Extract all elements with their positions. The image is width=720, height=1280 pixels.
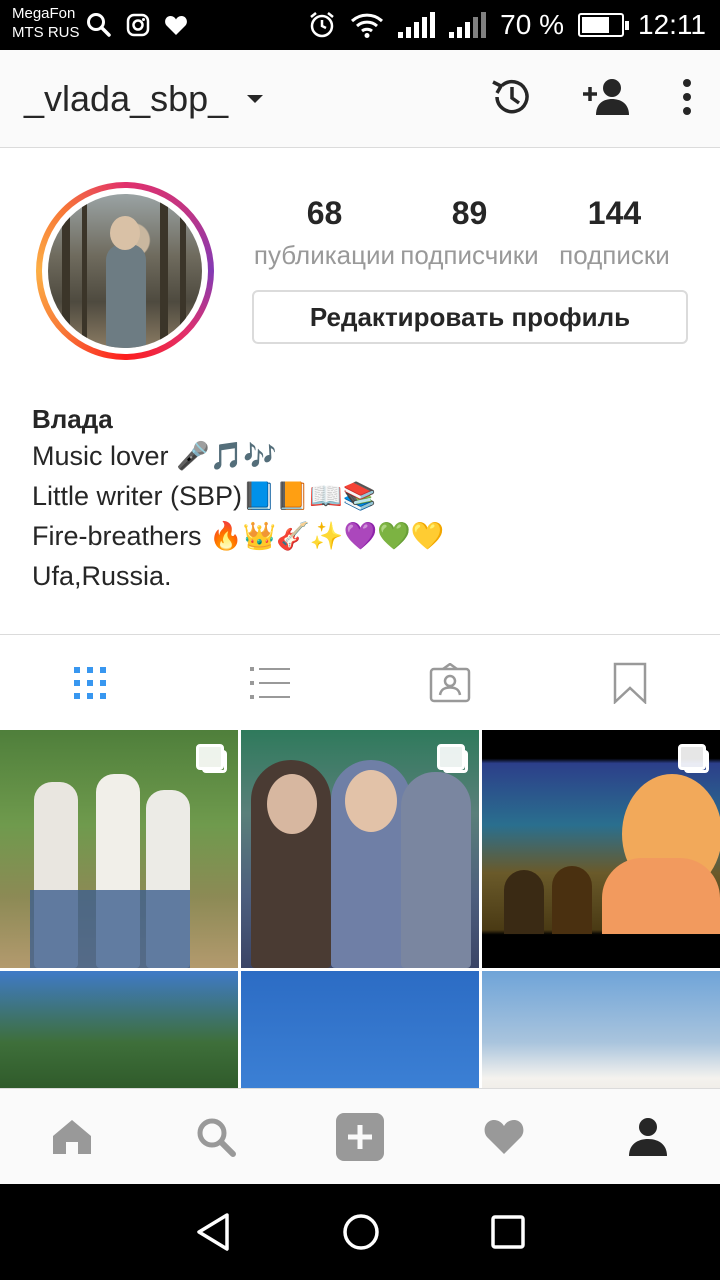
post-photo-person [602,858,720,934]
recents-icon[interactable] [490,1215,525,1249]
post-photo-person [504,870,544,934]
stat-label: подписчики [400,240,539,270]
nav-profile[interactable] [576,1089,720,1185]
post-thumbnail[interactable] [241,971,479,1090]
profile-icon [629,1118,667,1156]
back-icon[interactable] [195,1212,231,1252]
avatar-person-head [110,216,140,250]
signal-icon [398,12,436,38]
post-photo-person [552,866,592,934]
stat-followers[interactable]: 89 подписчики [397,192,542,271]
archive-history-icon[interactable] [488,76,532,118]
grid-icon [74,667,106,699]
chevron-down-icon [247,95,264,103]
bio-line: Fire-breathers 🔥👑🎸✨💜💚💛 [32,521,445,551]
post-photo-face [345,770,397,832]
nav-search[interactable] [144,1089,288,1185]
post-thumbnail[interactable] [482,730,720,968]
list-icon [250,667,290,699]
signal-icon [449,12,487,38]
multiple-photos-icon [678,744,709,773]
carrier-1: MegaFon [12,5,76,22]
edit-profile-button[interactable]: Редактировать профиль [252,290,688,344]
status-bar: MegaFon MTS RUS 70 % 12:11 [0,0,720,50]
tab-tagged[interactable] [360,635,540,731]
avatar-person [106,244,146,348]
search-icon [87,13,111,37]
posts-grid [0,730,720,1090]
account-switcher[interactable]: _vlada_sbp_ [24,78,264,120]
bio-line: Music lover 🎤🎵🎶 [32,441,277,471]
post-photo-person [401,772,471,968]
avatar-bg-tree [82,194,87,348]
avatar-bg-tree [160,194,168,348]
profile-header: _vlada_sbp_ [0,50,720,148]
tab-saved[interactable] [540,635,720,731]
bio-name: Влада [32,404,113,434]
username: _vlada_sbp_ [24,78,229,119]
tagged-icon [429,663,471,703]
carrier-info: MegaFon MTS RUS [12,4,80,42]
post-thumbnail[interactable] [0,730,238,968]
stat-value: 89 [451,195,488,231]
bookmark-icon [613,662,647,704]
nav-add-post[interactable] [288,1089,432,1185]
battery-percent: 70 % [500,9,564,40]
wifi-icon [351,13,384,38]
multiple-photos-icon [196,744,227,773]
stat-label: подписки [559,240,670,270]
avatar-border [42,188,208,354]
profile-avatar[interactable] [36,182,214,360]
stat-label: публикации [253,240,396,270]
multiple-photos-icon [437,744,468,773]
avatar-photo [48,194,202,348]
activity-heart-icon [484,1120,524,1154]
add-user-icon[interactable] [582,78,632,116]
system-navigation-bar [0,1184,720,1280]
bio-line: Little writer (SBP)📘📙📖📚 [32,481,377,511]
avatar-bg-tree [180,194,186,348]
post-thumbnail[interactable] [241,730,479,968]
post-photo-legs [30,890,190,968]
profile-stats: 68 публикации 89 подписчики 144 подписки [252,192,688,271]
nav-activity[interactable] [432,1089,576,1185]
battery-icon [578,13,629,37]
system-indicators: 70 % 12:11 [308,0,706,50]
post-photo-face [267,774,317,834]
tab-grid[interactable] [0,635,180,731]
profile-bio: Влада Music lover 🎤🎵🎶 Little writer (SBP… [32,402,692,596]
bottom-navigation [0,1088,720,1184]
avatar-bg-tree [62,194,70,348]
notification-icons [86,12,188,38]
tab-list[interactable] [180,635,360,731]
home-icon [53,1120,91,1154]
bio-line: Ufa,Russia. [32,561,172,591]
carrier-2: MTS RUS [12,24,80,41]
stat-posts[interactable]: 68 публикации [252,192,397,271]
home-circle-icon[interactable] [342,1213,380,1251]
stat-value: 68 [306,195,343,231]
alarm-icon [310,12,334,38]
clock: 12:11 [638,9,706,40]
instagram-icon [126,13,150,37]
post-thumbnail[interactable] [0,971,238,1090]
header-actions [488,76,692,118]
heart-icon [165,16,187,35]
search-icon [197,1118,236,1157]
profile-view-tabs [0,634,720,730]
more-options-icon[interactable] [682,78,692,116]
stat-value: 144 [587,195,642,231]
post-thumbnail[interactable] [482,971,720,1090]
nav-home[interactable] [0,1089,144,1185]
add-post-icon [336,1113,384,1161]
stat-following[interactable]: 144 подписки [542,192,687,271]
